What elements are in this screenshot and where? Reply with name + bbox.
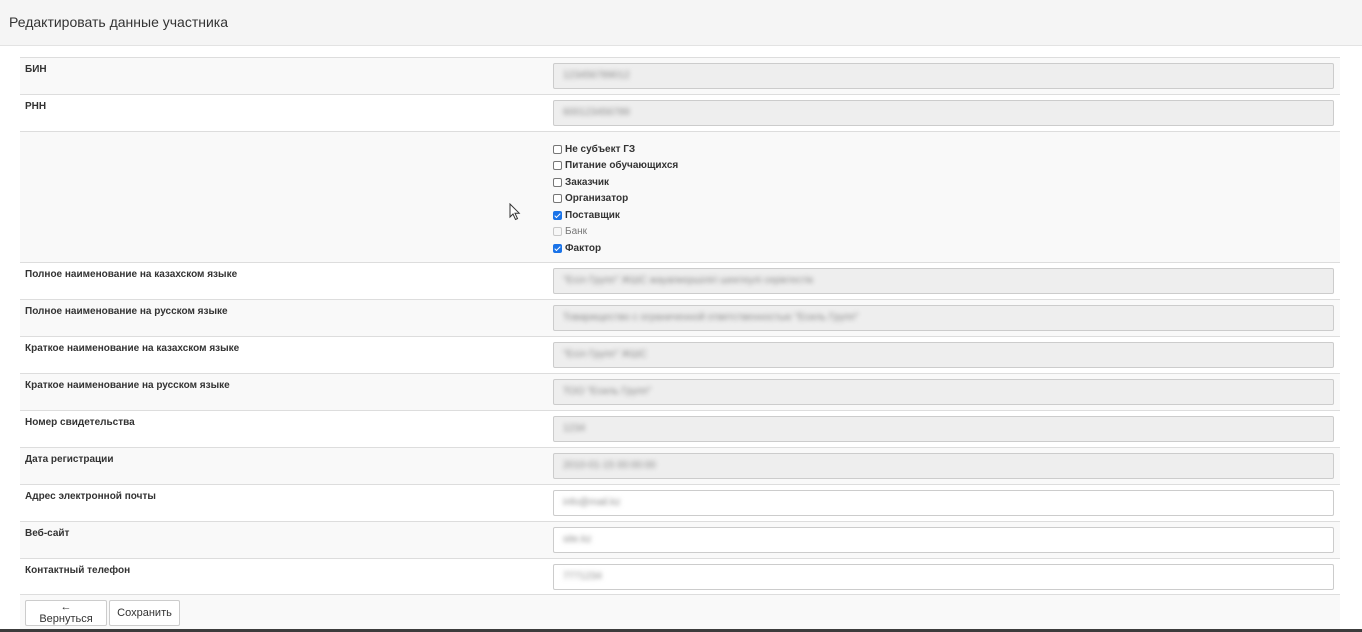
mouse-pointer-icon <box>509 203 521 221</box>
field-label: РНН <box>20 94 548 132</box>
form-row-bin: БИН 123456789012 <box>20 57 1340 95</box>
field-label: Дата регистрации <box>20 446 548 484</box>
checkbox-box[interactable] <box>553 194 562 204</box>
short-name-ru-field: ТОО "Есиль Групп" <box>553 378 1334 405</box>
short-name-kz-field: "Есіл Групп" ЖШС <box>553 341 1334 368</box>
bin-field: 123456789012 <box>553 63 1334 89</box>
role-checkbox-list: Не субъект ГЗ Питание обучающихся Заказч… <box>553 137 1335 257</box>
back-button[interactable]: ← Вернуться <box>25 600 107 626</box>
checkbox-box[interactable] <box>553 177 562 187</box>
checkbox-customer[interactable]: Заказчик <box>553 174 1335 191</box>
certificate-number-field: 1234 <box>553 415 1334 442</box>
form-row-website: Веб-сайт site.kz <box>20 520 1340 558</box>
field-label: Полное наименование на русском языке <box>20 298 548 336</box>
email-field[interactable]: info@mail.kz <box>553 489 1334 516</box>
checkbox-box[interactable] <box>553 243 562 253</box>
checkbox-organizer[interactable]: Организатор <box>553 191 1335 208</box>
field-label: Веб-сайт <box>20 520 548 558</box>
checkbox-factor[interactable]: Фактор <box>553 240 1335 257</box>
form-row-short-name-ru: Краткое наименование на русском языке ТО… <box>20 372 1340 410</box>
field-label: Краткое наименование на русском языке <box>20 372 548 410</box>
form-row-full-name-ru: Полное наименование на русском языке Тов… <box>20 298 1340 336</box>
form-row-full-name-kz: Полное наименование на казахском языке "… <box>20 261 1340 299</box>
form-row-email: Адрес электронной почты info@mail.kz <box>20 483 1340 521</box>
form-row-phone: Контактный телефон 7771234 <box>20 557 1340 595</box>
form-row-reg-date: Дата регистрации 2010-01-15 00:00:00 <box>20 446 1340 484</box>
phone-field[interactable]: 7771234 <box>553 563 1334 590</box>
checkbox-box[interactable] <box>553 210 562 220</box>
checkbox-box[interactable] <box>553 161 562 171</box>
field-label: Номер свидетельства <box>20 409 548 447</box>
form-row-rnn: РНН 600123456789 <box>20 94 1340 132</box>
page-header: Редактировать данные участника <box>0 0 1362 46</box>
full-name-kz-field: "Есіл Групп" ЖШС жауапкершілігі шектеулі… <box>553 267 1334 294</box>
checkbox-box[interactable] <box>553 144 562 154</box>
participant-form: БИН 123456789012 РНН 600123456789 Не суб… <box>20 57 1340 595</box>
registration-date-field: 2010-01-15 00:00:00 <box>553 452 1334 479</box>
field-label: БИН <box>20 57 548 95</box>
field-label: Полное наименование на казахском языке <box>20 261 548 299</box>
checkbox-bank: Банк <box>553 224 1335 241</box>
full-name-ru-field: Товарищество с ограниченной ответственно… <box>553 304 1334 331</box>
checkbox-student-meals[interactable]: Питание обучающихся <box>553 158 1335 175</box>
form-row-certificate: Номер свидетельства 1234 <box>20 409 1340 447</box>
field-label: Краткое наименование на казахском языке <box>20 335 548 373</box>
form-row-short-name-kz: Краткое наименование на казахском языке … <box>20 335 1340 373</box>
field-label: Адрес электронной почты <box>20 483 548 521</box>
checkbox-not-subject[interactable]: Не субъект ГЗ <box>553 141 1335 158</box>
website-field[interactable]: site.kz <box>553 526 1334 553</box>
field-label: Контактный телефон <box>20 557 548 595</box>
form-actions: ← Вернуться Сохранить <box>20 594 1340 630</box>
form-row-roles: Не субъект ГЗ Питание обучающихся Заказч… <box>20 131 1340 262</box>
page-title: Редактировать данные участника <box>9 14 229 30</box>
checkbox-box <box>553 227 562 237</box>
save-button[interactable]: Сохранить <box>109 600 180 626</box>
rnn-field: 600123456789 <box>553 100 1334 126</box>
checkbox-supplier[interactable]: Поставщик <box>553 207 1335 224</box>
